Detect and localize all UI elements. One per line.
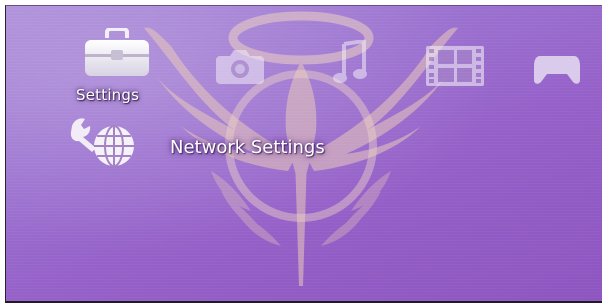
network-settings-label[interactable]: Network Settings [170, 137, 325, 158]
gamepad-icon[interactable] [532, 52, 582, 86]
screen-frame: Settings Network Settings [0, 0, 604, 306]
music-note-icon[interactable] [332, 40, 368, 86]
category-label-settings: Settings [76, 86, 140, 104]
camera-icon[interactable] [214, 46, 266, 86]
toolbox-icon[interactable] [81, 28, 153, 82]
film-strip-icon[interactable] [424, 44, 486, 88]
network-globe-icon[interactable] [68, 114, 146, 172]
xmb-screen: Settings Network Settings [5, 5, 602, 303]
